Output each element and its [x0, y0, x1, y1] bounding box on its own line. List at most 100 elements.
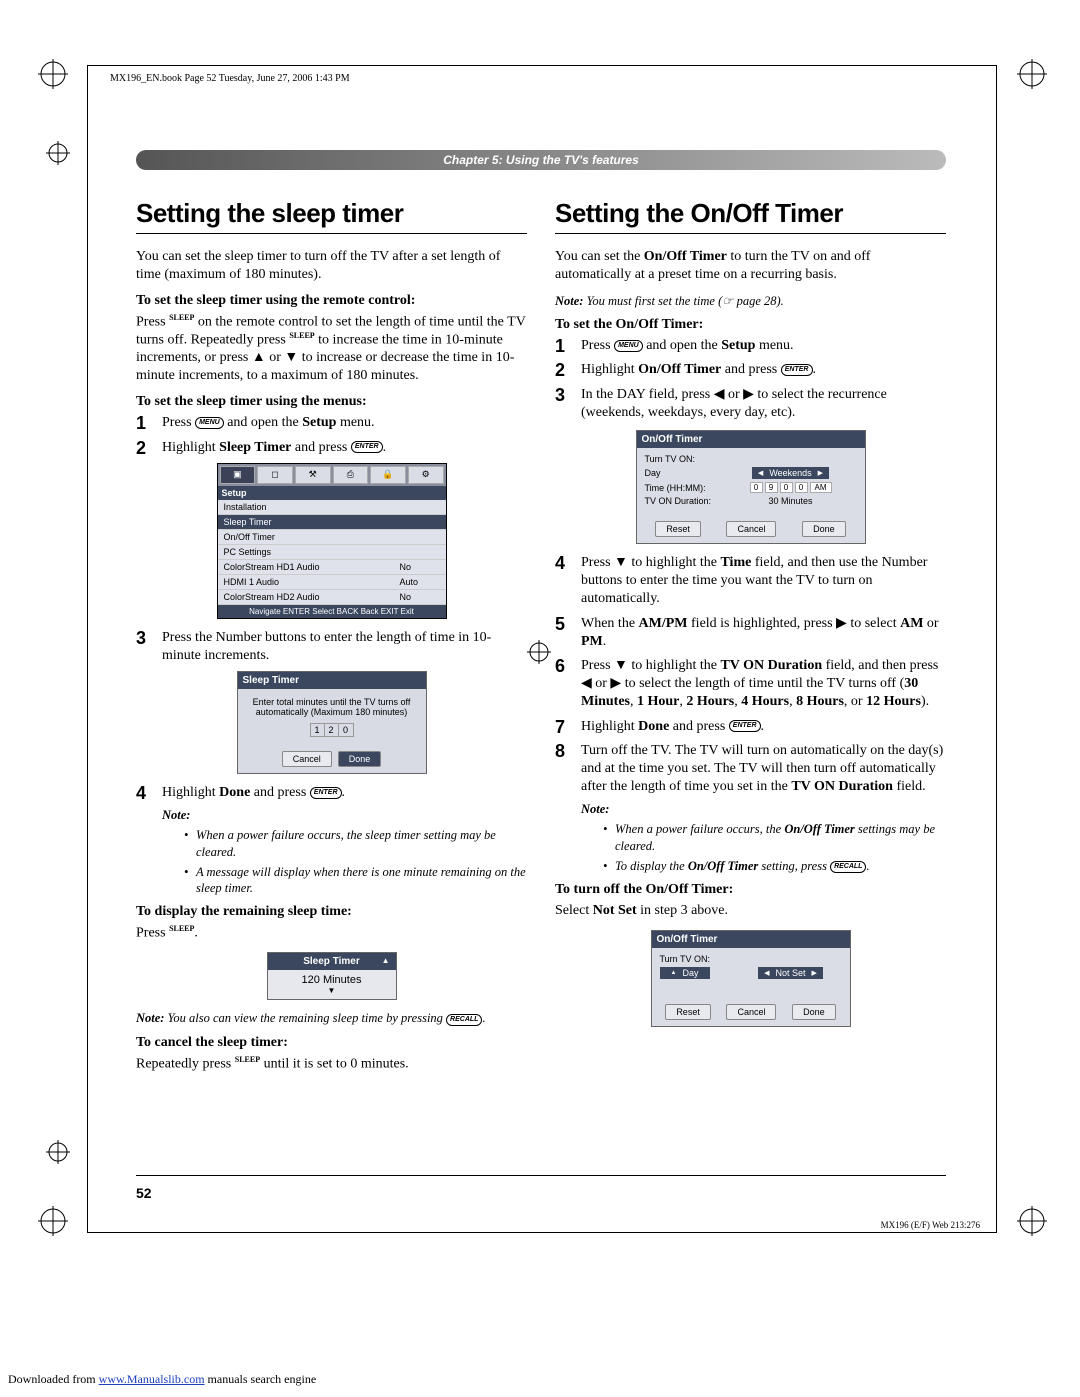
- popup-value: 120 Minutes: [268, 970, 396, 999]
- subhead-turn-off: To turn off the On/Off Timer:: [555, 882, 946, 898]
- subhead-cancel: To cancel the sleep timer:: [136, 1035, 527, 1051]
- sleep-icon: SLEEP: [289, 331, 314, 341]
- osd-tab: 🔒: [370, 466, 406, 484]
- step-3: Press the Number buttons to enter the le…: [136, 629, 527, 665]
- sleep-icon: SLEEP: [169, 924, 194, 934]
- left-column: Setting the sleep timer You can set the …: [136, 198, 527, 1083]
- intro-text: You can set the On/Off Timer to turn the…: [555, 248, 946, 283]
- day-value: ◀Weekends▶: [752, 467, 829, 479]
- crop-mark-icon: [38, 1206, 68, 1236]
- page-number: 52: [136, 1185, 152, 1201]
- note-bullet: When a power failure occurs, the sleep t…: [176, 827, 527, 860]
- step-4: Press ▼ to highlight the Time field, and…: [555, 554, 946, 609]
- osd-row: ColorStream HD2 AudioNo: [218, 590, 446, 605]
- osd-footer: Navigate ENTER Select BACK Back EXIT Exi…: [218, 605, 446, 618]
- osd-setup-menu: ▣ ◻ ⚒ ⎙ 🔒 ⚙ Setup Installation Sleep Tim…: [217, 463, 447, 619]
- done-button: Done: [338, 751, 382, 767]
- menu-icon: MENU: [195, 417, 224, 429]
- osd-row: HDMI 1 AudioAuto: [218, 575, 446, 590]
- section-sleep-timer: Setting the sleep timer: [136, 198, 527, 234]
- view-remaining-note: Note: You also can view the remaining sl…: [136, 1010, 527, 1026]
- note-label: Note:: [162, 808, 527, 823]
- subhead-set-onoff: To set the On/Off Timer:: [555, 317, 946, 333]
- osd-tab: ⚙: [408, 466, 444, 484]
- day-label: Day: [645, 468, 725, 478]
- osd-tab: ▣: [220, 466, 256, 484]
- section-onoff-timer: Setting the On/Off Timer: [555, 198, 946, 234]
- time-value: 0 9 0 0 AM: [725, 482, 857, 493]
- download-footer: Downloaded from www.Manualslib.com manua…: [8, 1372, 316, 1387]
- page-rule: [136, 1175, 946, 1176]
- recall-icon: RECALL: [830, 861, 866, 873]
- dialog-input: 1 2 0: [310, 723, 354, 737]
- enter-icon: ENTER: [351, 441, 383, 453]
- step-1: Press MENU and open the Setup menu.: [136, 414, 527, 432]
- reset-button: Reset: [665, 1004, 711, 1020]
- osd-tab: ⚒: [295, 466, 331, 484]
- day-label: ▲Day: [660, 967, 710, 979]
- cancel-button: Cancel: [282, 751, 332, 767]
- osd-tab: ◻: [257, 466, 293, 484]
- cancel-paragraph: Repeatedly press SLEEP until it is set t…: [136, 1055, 527, 1073]
- osd-row: On/Off Timer: [218, 530, 446, 545]
- subhead-menus: To set the sleep timer using the menus:: [136, 394, 527, 410]
- cancel-button: Cancel: [726, 1004, 776, 1020]
- day-value: ◀Not Set▶: [758, 967, 823, 979]
- note-label: Note:: [581, 802, 946, 817]
- step-8: Turn off the TV. The TV will turn on aut…: [555, 742, 946, 797]
- enter-icon: ENTER: [310, 787, 342, 799]
- footer-code: MX196 (E/F) Web 213:276: [881, 1220, 980, 1230]
- crop-mark-icon: [46, 1140, 70, 1164]
- crop-mark-icon: [1017, 59, 1047, 89]
- time-label: Time (HH:MM):: [645, 483, 725, 493]
- osd-row: PC Settings: [218, 545, 446, 560]
- note-bullet: To display the On/Off Timer setting, pre…: [595, 858, 946, 874]
- done-button: Done: [802, 521, 846, 537]
- step-5: When the AM/PM field is highlighted, pre…: [555, 615, 946, 651]
- osd-row: Installation: [218, 500, 446, 515]
- note-bullet: A message will display when there is one…: [176, 864, 527, 897]
- sleep-icon: SLEEP: [235, 1055, 260, 1065]
- intro-text: You can set the sleep timer to turn off …: [136, 248, 527, 283]
- chapter-title: Chapter 5: Using the TV's features: [136, 150, 946, 170]
- enter-icon: ENTER: [729, 720, 761, 732]
- crop-mark-icon: [1017, 1206, 1047, 1236]
- press-sleep: Press SLEEP.: [136, 924, 527, 942]
- step-6: Press ▼ to highlight the TV ON Duration …: [555, 657, 946, 712]
- step-3: In the DAY field, press ◀ or ▶ to select…: [555, 386, 946, 422]
- sleep-timer-dialog: Sleep Timer Enter total minutes until th…: [237, 671, 427, 774]
- dialog-title: On/Off Timer: [637, 431, 865, 448]
- set-time-note: Note: You must first set the time (☞ pag…: [555, 293, 946, 309]
- crop-mark-icon: [38, 59, 68, 89]
- onoff-dialog-notset: On/Off Timer Turn TV ON: ▲Day ◀Not Set▶ …: [651, 930, 851, 1027]
- enter-icon: ENTER: [781, 364, 813, 376]
- turn-off-paragraph: Select Not Set in step 3 above.: [555, 902, 946, 920]
- recall-icon: RECALL: [446, 1014, 482, 1026]
- osd-row: Sleep Timer: [218, 515, 446, 530]
- osd-tab: ⎙: [333, 466, 369, 484]
- osd-row: ColorStream HD1 AudioNo: [218, 560, 446, 575]
- step-4: Highlight Done and press ENTER.: [136, 784, 527, 802]
- popup-title: Sleep Timer: [268, 953, 396, 970]
- done-button: Done: [792, 1004, 836, 1020]
- subhead-remote: To set the sleep timer using the remote …: [136, 293, 527, 309]
- step-7: Highlight Done and press ENTER.: [555, 718, 946, 736]
- step-2: Highlight Sleep Timer and press ENTER.: [136, 439, 527, 457]
- sleep-icon: SLEEP: [169, 313, 194, 323]
- osd-tabs: ▣ ◻ ⚒ ⎙ 🔒 ⚙: [218, 464, 446, 486]
- sleep-popup: Sleep Timer 120 Minutes: [267, 952, 397, 1000]
- dialog-section: Turn TV ON:: [660, 954, 842, 964]
- osd-section-label: Setup: [218, 486, 446, 500]
- onoff-dialog: On/Off Timer Turn TV ON: Day ◀Weekends▶ …: [636, 430, 866, 544]
- remote-paragraph: Press SLEEP on the remote control to set…: [136, 313, 527, 384]
- dialog-title: On/Off Timer: [652, 931, 850, 948]
- dialog-section: Turn TV ON:: [645, 454, 857, 464]
- manualslib-link[interactable]: www.Manualslib.com: [99, 1372, 205, 1386]
- reset-button: Reset: [655, 521, 701, 537]
- duration-value: 30 Minutes: [768, 496, 812, 506]
- subhead-display-remaining: To display the remaining sleep time:: [136, 904, 527, 920]
- right-column: Setting the On/Off Timer You can set the…: [555, 198, 946, 1083]
- step-2: Highlight On/Off Timer and press ENTER.: [555, 361, 946, 379]
- step-1: Press MENU and open the Setup menu.: [555, 337, 946, 355]
- duration-label: TV ON Duration:: [645, 496, 725, 506]
